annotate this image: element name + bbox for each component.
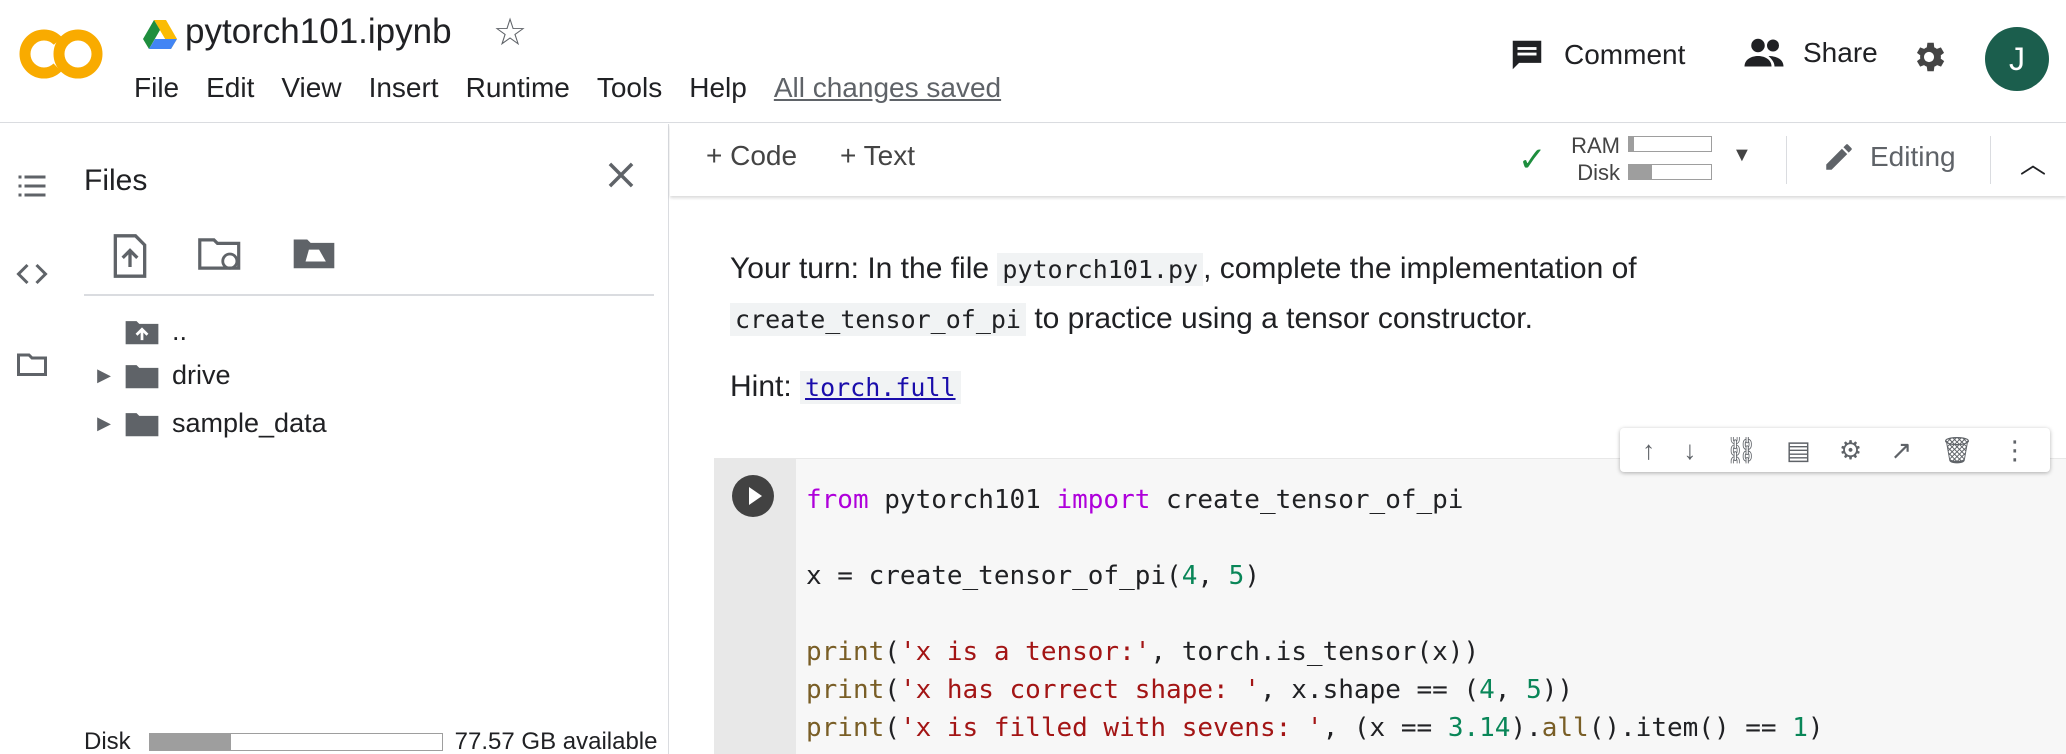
files-panel: Files .. ▶ drive ▶ sample_data Disk 77.5…	[64, 124, 669, 754]
comment-label: Comment	[1564, 39, 1686, 70]
ram-usage-fill	[1629, 137, 1634, 151]
tree-item-label: ..	[172, 316, 188, 346]
toolbar-divider	[1786, 136, 1787, 184]
ram-usage-bar	[1628, 136, 1712, 152]
resource-labels[interactable]: RAM Disk	[1560, 132, 1620, 186]
menu-file[interactable]: File	[134, 72, 179, 104]
save-status-link[interactable]: All changes saved	[774, 72, 1001, 104]
left-rail	[0, 124, 64, 754]
refresh-folder-icon[interactable]	[198, 234, 244, 274]
tree-item-label: drive	[172, 360, 231, 390]
folder-icon[interactable]	[14, 346, 50, 382]
notebook-title[interactable]: pytorch101.ipynb	[185, 12, 452, 52]
disk-label: Disk	[84, 728, 131, 754]
comment-button[interactable]: Comment	[1508, 36, 1685, 74]
menu-edit[interactable]: Edit	[206, 72, 254, 104]
menu-tools[interactable]: Tools	[597, 72, 662, 104]
collapse-header-icon[interactable]: ︿	[2020, 144, 2046, 181]
pencil-icon	[1826, 144, 1852, 170]
menu-view[interactable]: View	[281, 72, 341, 104]
connected-check-icon[interactable]: ✓	[1518, 140, 1547, 180]
cell-toolbar: ↑ ↓ ⛓ ▤ ⚙ ↗ 🗑 ⋮	[1620, 428, 2050, 472]
more-vert-icon[interactable]: ⋮	[2002, 437, 2028, 463]
torch-full-link[interactable]: torch.full	[805, 373, 956, 402]
table-of-contents-icon[interactable]	[14, 168, 50, 204]
user-avatar[interactable]: J	[1985, 27, 2049, 91]
expand-caret-icon[interactable]: ▶	[84, 413, 124, 434]
tree-item-sample-data[interactable]: ▶ sample_data	[84, 408, 327, 439]
files-divider	[84, 294, 654, 296]
comment-icon[interactable]: ▤	[1786, 437, 1811, 463]
gear-icon[interactable]	[1910, 38, 1948, 76]
hint-label: Hint:	[730, 370, 801, 403]
menu-help[interactable]: Help	[689, 72, 747, 104]
disk-usage-fill	[149, 734, 232, 750]
disk-label: Disk	[1577, 160, 1620, 185]
menu-insert[interactable]: Insert	[369, 72, 439, 104]
gear-icon[interactable]: ⚙	[1839, 437, 1862, 463]
notebook-toolbar: + Code + Text ✓ RAM Disk ▼ Editing ︿	[670, 124, 2066, 196]
add-code-button[interactable]: + Code	[706, 140, 797, 172]
disk-usage-bar	[148, 733, 443, 751]
tree-item-label: sample_data	[172, 408, 327, 438]
delete-icon[interactable]: 🗑	[1941, 437, 1974, 463]
code-cell[interactable]: from pytorch101 import create_tensor_of_…	[714, 458, 2066, 754]
files-panel-title: Files	[84, 164, 148, 197]
md-inline-code: create_tensor_of_pi	[730, 303, 1026, 336]
tree-item-parent[interactable]: ..	[84, 316, 187, 347]
md-text: , complete the implementation of	[1203, 252, 1637, 285]
share-label: Share	[1803, 37, 1878, 68]
move-up-icon[interactable]: ↑	[1642, 437, 1655, 463]
expand-caret-icon[interactable]: ▶	[84, 365, 124, 386]
parent-folder-icon	[125, 320, 159, 344]
disk-available: 77.57 GB available	[454, 728, 658, 754]
link-icon[interactable]: ⛓	[1725, 437, 1758, 463]
upload-file-icon[interactable]	[110, 234, 150, 278]
star-icon[interactable]: ☆	[493, 14, 527, 52]
md-text: to practice using a tensor constructor.	[1025, 302, 1533, 335]
cell-gutter	[714, 459, 796, 754]
folder-icon	[125, 364, 159, 388]
app-header: pytorch101.ipynb ☆ File Edit View Insert…	[0, 0, 2066, 123]
code-snippets-icon[interactable]	[14, 256, 50, 292]
menu-bar: File Edit View Insert Runtime Tools Help…	[134, 72, 1028, 104]
people-icon	[1744, 38, 1784, 67]
move-down-icon[interactable]: ↓	[1683, 437, 1696, 463]
editing-mode-button[interactable]: Editing	[1822, 140, 1956, 174]
markdown-line-1: Your turn: In the file pytorch101.py, co…	[730, 252, 1637, 286]
run-cell-button[interactable]	[732, 475, 774, 517]
share-button[interactable]: Share	[1743, 36, 1878, 70]
md-text: Your turn: In the file	[730, 252, 998, 285]
comment-icon	[1512, 40, 1542, 70]
add-text-button[interactable]: + Text	[840, 140, 915, 172]
editing-label: Editing	[1870, 141, 1956, 172]
menu-runtime[interactable]: Runtime	[466, 72, 570, 104]
md-inline-code: pytorch101.py	[997, 253, 1204, 286]
close-icon[interactable]	[602, 156, 640, 194]
markdown-line-2: create_tensor_of_pi to practice using a …	[730, 302, 1533, 336]
notebook-content: Your turn: In the file pytorch101.py, co…	[670, 196, 2066, 754]
chevron-down-icon[interactable]: ▼	[1732, 144, 1752, 167]
disk-usage-fill	[1629, 165, 1652, 179]
folder-icon	[125, 412, 159, 436]
disk-usage-bar	[1628, 164, 1712, 180]
markdown-hint: Hint: torch.full	[730, 370, 961, 404]
google-drive-icon[interactable]	[143, 20, 177, 50]
disk-usage: Disk 77.57 GB available	[84, 728, 657, 754]
ram-label: RAM	[1571, 133, 1620, 158]
mount-drive-icon[interactable]	[292, 234, 336, 272]
tree-item-drive[interactable]: ▶ drive	[84, 360, 231, 391]
toolbar-divider	[1990, 136, 1991, 184]
code-editor[interactable]: from pytorch101 import create_tensor_of_…	[806, 481, 1824, 747]
open-in-new-icon[interactable]: ↗	[1890, 437, 1912, 463]
colab-logo[interactable]	[18, 26, 104, 82]
